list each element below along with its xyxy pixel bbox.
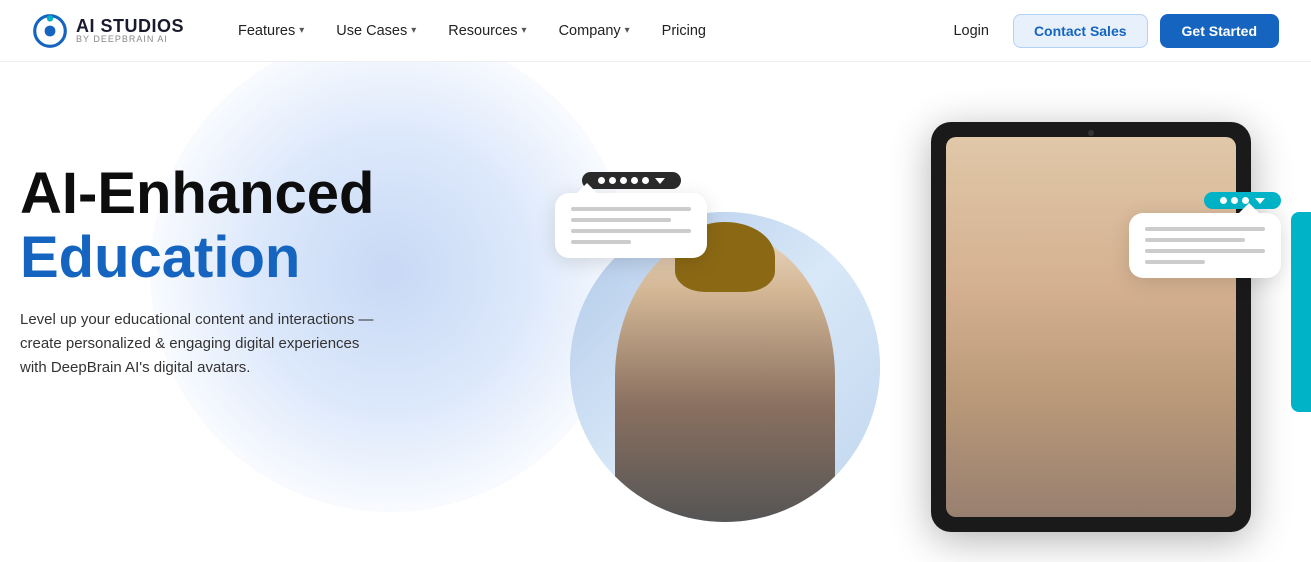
nav-links: Features ▾ Use Cases ▾ Resources ▾ Compa…: [224, 17, 941, 45]
bubble-line: [1145, 238, 1245, 242]
handle-dot: [1220, 197, 1227, 204]
hero-text-block: AI-Enhanced Education Level up your educ…: [0, 162, 380, 380]
speech-bubble-left: [555, 193, 707, 258]
hero-title-line2: Education: [20, 226, 380, 290]
chat-bubble-left: [555, 172, 707, 258]
navbar: AI STUDIOS by DEEPBRAIN AI Features ▾ Us…: [0, 0, 1311, 62]
logo[interactable]: AI STUDIOS by DEEPBRAIN AI: [32, 13, 184, 49]
nav-item-use-cases[interactable]: Use Cases ▾: [322, 17, 430, 45]
nav-item-company[interactable]: Company ▾: [545, 17, 644, 45]
nav-actions: Login Contact Sales Get Started: [941, 14, 1279, 48]
bubble-line: [1145, 227, 1265, 231]
handle-dot: [609, 177, 616, 184]
bubble-line: [1145, 249, 1265, 253]
contact-sales-button[interactable]: Contact Sales: [1013, 14, 1148, 48]
hero-description: Level up your educational content and in…: [20, 308, 380, 380]
hero-section: AI-Enhanced Education Level up your educ…: [0, 62, 1311, 562]
avatar-circle: [570, 212, 880, 522]
handle-dot: [642, 177, 649, 184]
bubble-line: [1145, 260, 1205, 264]
logo-text: AI STUDIOS by DEEPBRAIN AI: [76, 17, 184, 44]
cyan-edge-decoration: [1291, 212, 1311, 412]
logo-main-text: AI STUDIOS: [76, 17, 184, 35]
chat-bubble-right: [1129, 192, 1281, 278]
bubble-line: [571, 207, 691, 211]
logo-sub-text: by DEEPBRAIN AI: [76, 35, 184, 44]
bubble-line: [571, 240, 631, 244]
bubble-line: [571, 218, 671, 222]
handle-dot: [1231, 197, 1238, 204]
nav-item-features[interactable]: Features ▾: [224, 17, 318, 45]
handle-dot: [631, 177, 638, 184]
chevron-down-icon: ▾: [522, 25, 527, 36]
tablet-camera: [1088, 130, 1094, 136]
chevron-down-icon: ▾: [625, 25, 630, 36]
speech-bubble-right: [1129, 213, 1281, 278]
get-started-button[interactable]: Get Started: [1160, 14, 1279, 48]
nav-item-pricing[interactable]: Pricing: [648, 17, 720, 45]
chevron-down-icon: ▾: [299, 25, 304, 36]
handle-arrow-icon: [655, 178, 665, 184]
nav-item-resources[interactable]: Resources ▾: [434, 17, 540, 45]
logo-icon: [32, 13, 68, 49]
bubble-line: [571, 229, 691, 233]
handle-dot: [598, 177, 605, 184]
chevron-down-icon: ▾: [411, 25, 416, 36]
login-button[interactable]: Login: [941, 17, 1000, 45]
tablet-screen: [931, 122, 1251, 532]
hero-title-line1: AI-Enhanced: [20, 162, 380, 226]
handle-dot: [620, 177, 627, 184]
